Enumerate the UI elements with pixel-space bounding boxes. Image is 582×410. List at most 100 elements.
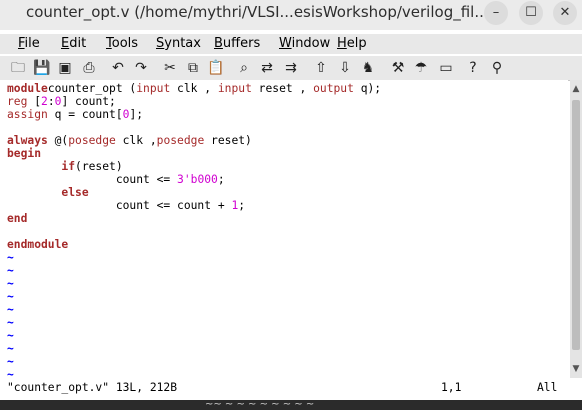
background-terminal-text: ~~ ~ ~ ~ ~ ~ ~ ~ ~ — [205, 399, 315, 410]
undo-icon[interactable]: ↶ — [108, 58, 128, 78]
code-line: always @(posedge clk ,posedge reset) — [7, 134, 252, 147]
menu-bar: File Edit Tools Syntax Buffers Window He… — [0, 34, 582, 54]
menu-window-label: indow — [291, 36, 331, 51]
status-line: "counter_opt.v" 13L, 212B 1,1 All — [0, 378, 582, 400]
copy-icon[interactable]: ⧉ — [183, 58, 203, 78]
status-scroll-position: All — [537, 381, 558, 394]
code-line: endmodule — [7, 238, 68, 251]
menu-tools-label: ools — [111, 36, 139, 51]
paste-icon[interactable]: 📋 — [206, 58, 226, 78]
scroll-up-icon[interactable]: ▲ — [570, 82, 582, 96]
code-text: @( — [47, 134, 69, 147]
code-text: ; — [238, 199, 246, 212]
code-text: : — [47, 95, 55, 108]
code-line: end — [7, 212, 27, 225]
code-text: counter_opt ( — [47, 82, 137, 95]
close-button[interactable]: ✕ — [553, 1, 577, 25]
menu-edit-label: dit — [69, 36, 87, 51]
run-script-icon[interactable]: ♞ — [358, 58, 378, 78]
menu-edit[interactable]: Edit — [61, 36, 86, 51]
code-token-kw: begin — [7, 147, 42, 160]
code-token-ty: posedge — [68, 134, 116, 147]
code-line: else — [7, 186, 89, 199]
menu-file-label: ile — [24, 36, 40, 51]
code-text: [ — [27, 95, 42, 108]
code-token-nm: 2 — [41, 95, 48, 108]
find-next-icon[interactable]: ⇉ — [281, 58, 301, 78]
scroll-down-icon[interactable]: ▼ — [570, 362, 582, 376]
code-token-kw: if — [61, 160, 76, 173]
code-text: q); — [353, 82, 382, 95]
find-help-icon[interactable]: ⚲ — [487, 58, 507, 78]
code-token-ty: posedge — [156, 134, 205, 147]
empty-line-tilde: ~ — [7, 277, 14, 290]
jump-tag-icon[interactable]: ▭ — [436, 58, 456, 78]
code-text: reset) — [204, 134, 252, 147]
code-token-kw: endmodule — [7, 238, 69, 251]
minimize-button[interactable]: – — [484, 1, 508, 25]
code-line: modulecounter_opt (input clk , input res… — [7, 82, 381, 95]
code-token-kw: module — [7, 82, 48, 95]
menu-buffers-mnemonic: B — [214, 36, 223, 51]
empty-line-tilde: ~ — [7, 355, 14, 368]
menu-window-mnemonic: W — [279, 36, 292, 51]
code-token-ty: output — [313, 82, 354, 95]
code-token-kw: else — [61, 186, 89, 199]
code-text: count <= — [7, 173, 178, 186]
cut-icon[interactable]: ✂ — [160, 58, 180, 78]
ctags-icon[interactable]: ☂ — [411, 58, 431, 78]
scrollbar-thumb[interactable] — [572, 100, 580, 350]
load-session-icon[interactable]: ⇧ — [311, 58, 331, 78]
code-line: begin — [7, 147, 41, 160]
empty-line-tilde: ~ — [7, 329, 14, 342]
redo-icon[interactable]: ↷ — [131, 58, 151, 78]
code-line: if(reset) — [7, 160, 123, 173]
code-text: (reset) — [75, 160, 123, 173]
make-icon[interactable]: ⚒ — [388, 58, 408, 78]
editor-text-area[interactable]: modulecounter_opt (input clk , input res… — [0, 80, 568, 381]
code-token-nm: 3'b000 — [177, 173, 218, 186]
menu-buffers[interactable]: Buffers — [214, 36, 260, 51]
save-all-icon[interactable]: ▣ — [55, 58, 75, 78]
menu-help[interactable]: Help — [337, 36, 367, 51]
menu-tools[interactable]: Tools — [106, 36, 138, 51]
empty-line-tilde: ~ — [7, 290, 14, 303]
maximize-button[interactable]: ☐ — [519, 1, 543, 25]
status-file-info: "counter_opt.v" 13L, 212B — [7, 381, 178, 394]
code-text: ; — [217, 173, 225, 186]
window-title: counter_opt.v (/home/mythri/VLSI...esisW… — [26, 3, 489, 21]
menu-window[interactable]: Window — [279, 36, 330, 51]
empty-line-tilde: ~ — [7, 251, 14, 264]
menu-help-label: elp — [346, 36, 367, 51]
code-token-kw: end — [7, 212, 28, 225]
menu-buffers-label: uffers — [222, 36, 261, 51]
code-text: reset , — [251, 82, 314, 95]
open-icon[interactable]: 🗀 — [8, 58, 28, 78]
empty-line-tilde: ~ — [7, 316, 14, 329]
save-icon[interactable]: 💾 — [32, 58, 52, 78]
code-text: clk , — [170, 82, 218, 95]
code-text: count <= count + — [7, 199, 232, 212]
find-icon[interactable]: ⌕ — [234, 58, 254, 78]
toolbar: 🗀 💾 ▣ ⎙ ↶ ↷ ✂ ⧉ 📋 ⌕ ⇄ ⇉ ⇧ ⇩ ♞ ⚒ ☂ ▭? ⚲ — [0, 56, 582, 81]
empty-line-tilde: ~ — [7, 303, 14, 316]
code-token-ty: input — [217, 82, 252, 95]
code-line: reg [2:0] count; — [7, 95, 116, 108]
menu-syntax[interactable]: Syntax — [156, 36, 201, 51]
help-icon[interactable]: ? — [463, 58, 483, 78]
vertical-scrollbar[interactable]: ▲ ▼ — [570, 80, 582, 378]
code-token-ty: reg — [7, 95, 28, 108]
title-bar: counter_opt.v (/home/mythri/VLSI...esisW… — [0, 0, 582, 30]
empty-line-tilde: ~ — [7, 264, 14, 277]
save-session-icon[interactable]: ⇩ — [335, 58, 355, 78]
print-icon[interactable]: ⎙ — [79, 58, 99, 78]
code-text: ] count; — [61, 95, 116, 108]
menu-edit-mnemonic: E — [61, 36, 70, 51]
status-cursor-position: 1,1 — [441, 381, 462, 394]
replace-icon[interactable]: ⇄ — [257, 58, 277, 78]
menu-file[interactable]: File — [18, 36, 40, 51]
code-line: count <= count + 1; — [7, 199, 245, 212]
code-token-kw: always — [7, 134, 48, 147]
code-text: clk , — [115, 134, 157, 147]
